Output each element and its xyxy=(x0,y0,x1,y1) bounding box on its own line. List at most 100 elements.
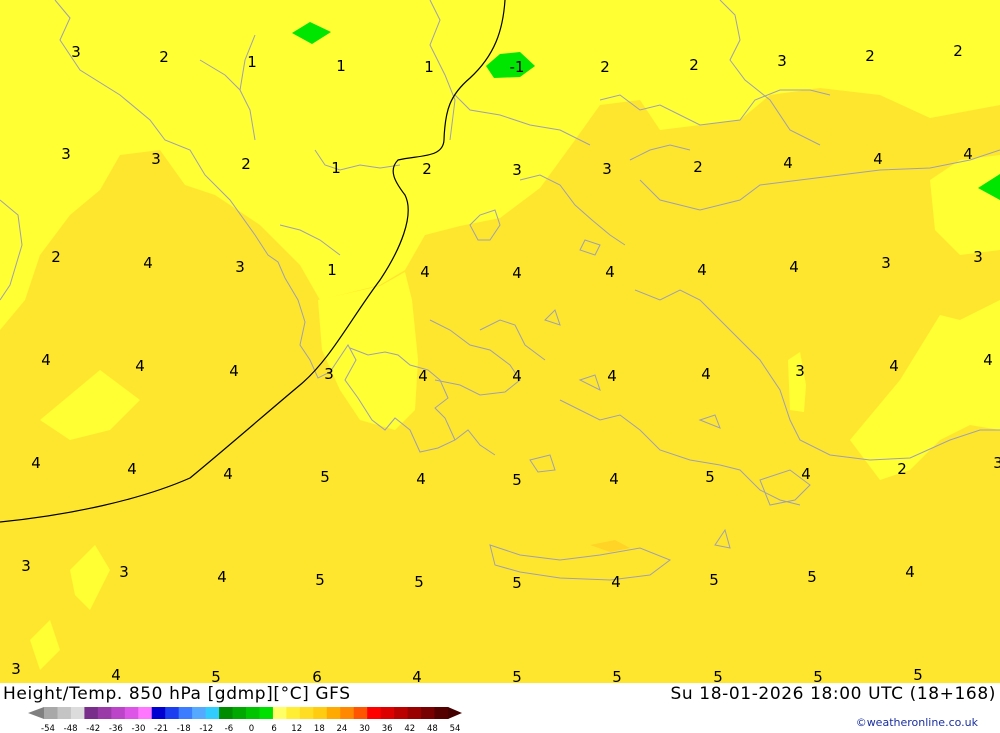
temperature-label: 3 xyxy=(11,660,21,678)
legend-tick-label: 18 xyxy=(314,724,325,733)
temperature-label: 2 xyxy=(51,248,61,266)
temperature-label: 4 xyxy=(905,563,915,581)
legend-swatch xyxy=(219,707,234,719)
temperature-label: 4 xyxy=(801,465,811,483)
legend-tick-label: 36 xyxy=(382,724,393,733)
legend-swatch xyxy=(380,707,395,719)
temperature-label: 4 xyxy=(135,357,145,375)
legend-swatch xyxy=(286,707,301,719)
temperature-label: 4 xyxy=(512,264,522,282)
temperature-label: 5 xyxy=(807,568,817,586)
legend-swatch xyxy=(272,707,287,719)
temperature-label: 6 xyxy=(312,668,322,683)
temperature-label: 3 xyxy=(881,254,891,272)
legend-tick-label: -30 xyxy=(131,724,145,733)
temperature-label: 1 xyxy=(247,53,257,71)
temperature-label: 3 xyxy=(235,258,245,276)
temperature-label: 4 xyxy=(111,666,121,683)
temperature-label: 4 xyxy=(229,362,239,380)
temperature-label: 2 xyxy=(897,460,907,478)
temperature-label: 1 xyxy=(424,58,434,76)
temperature-label: 4 xyxy=(418,367,428,385)
temperature-label: 5 xyxy=(713,668,723,683)
legend-swatch xyxy=(232,707,247,719)
temperature-label: 5 xyxy=(512,668,522,683)
legend-swatch xyxy=(70,707,85,719)
temperature-label: 2 xyxy=(241,155,251,173)
legend-swatch xyxy=(192,707,207,719)
legend-swatch xyxy=(299,707,314,719)
temperature-label: 1 xyxy=(331,159,341,177)
legend-swatch xyxy=(151,707,166,719)
legend-swatch xyxy=(111,707,126,719)
temperature-label: 2 xyxy=(693,158,703,176)
legend-swatch xyxy=(326,707,341,719)
legend-swatch xyxy=(394,707,409,719)
temperature-label: 5 xyxy=(512,471,522,489)
temperature-label: 2 xyxy=(159,48,169,66)
temperature-label: 5 xyxy=(315,571,325,589)
temperature-label: 2 xyxy=(689,56,699,74)
legend-swatch xyxy=(178,707,193,719)
temperature-label: 4 xyxy=(31,454,41,472)
legend-tick-label: 30 xyxy=(359,724,370,733)
legend-tick-label: 6 xyxy=(271,724,276,733)
legend-swatch xyxy=(124,707,139,719)
legend-tick-label: -12 xyxy=(199,724,213,733)
legend-tick-label: -6 xyxy=(225,724,233,733)
temperature-label: 4 xyxy=(127,460,137,478)
legend-swatch xyxy=(165,707,180,719)
legend-swatch xyxy=(84,707,99,719)
temperature-label: 4 xyxy=(605,263,615,281)
temperature-label: 4 xyxy=(783,154,793,172)
temperature-label: 4 xyxy=(416,470,426,488)
temperature-label: 4 xyxy=(609,470,619,488)
temperature-label: 3 xyxy=(61,145,71,163)
legend-swatch xyxy=(313,707,328,719)
temperature-label: 4 xyxy=(512,367,522,385)
temperature-label: 3 xyxy=(993,454,1000,472)
temperature-label: -1 xyxy=(510,58,525,76)
legend-tick-label: 42 xyxy=(404,724,415,733)
legend-swatch xyxy=(367,707,382,719)
temperature-label: 4 xyxy=(963,145,973,163)
product-title: Height/Temp. 850 hPa [gdmp][°C] GFS xyxy=(3,684,351,704)
temperature-label: 1 xyxy=(336,57,346,75)
temperature-label: 4 xyxy=(983,351,993,369)
temperature-label: 4 xyxy=(143,254,153,272)
legend-tick-label: 0 xyxy=(249,724,254,733)
legend-tick-label: -42 xyxy=(86,724,100,733)
temperature-label: 3 xyxy=(21,557,31,575)
legend-tick-label: -18 xyxy=(177,724,191,733)
legend-swatch xyxy=(246,707,260,719)
legend-swatch xyxy=(97,707,112,719)
legend-tick-label: -48 xyxy=(64,724,78,733)
legend-arrow-right xyxy=(448,707,462,719)
legend-swatch xyxy=(259,707,274,719)
legend-tick-label: 54 xyxy=(450,724,461,733)
temperature-label: 3 xyxy=(777,52,787,70)
legend-tick-label: -21 xyxy=(154,724,168,733)
temperature-label: 4 xyxy=(701,365,711,383)
temperature-label: 4 xyxy=(697,261,707,279)
temperature-label: 2 xyxy=(865,47,875,65)
temperature-label: 3 xyxy=(602,160,612,178)
legend-swatch xyxy=(421,707,436,719)
temperature-label: 4 xyxy=(41,351,51,369)
temperature-label: 3 xyxy=(71,43,81,61)
temperature-label: 4 xyxy=(412,668,422,683)
temperature-label: 4 xyxy=(607,367,617,385)
credit-link[interactable]: ©weatheronline.co.uk xyxy=(856,716,978,729)
legend-swatch xyxy=(205,707,220,719)
temperature-label: 5 xyxy=(320,468,330,486)
temperature-label: 4 xyxy=(873,150,883,168)
temperature-label: 4 xyxy=(223,465,233,483)
legend-tick-label: -54 xyxy=(41,724,55,733)
legend-swatch xyxy=(138,707,153,719)
temperature-label: 2 xyxy=(422,160,432,178)
temperature-label: 3 xyxy=(119,563,129,581)
temperature-label: 5 xyxy=(211,668,221,683)
legend-tick-label: 12 xyxy=(291,724,302,733)
temperature-label: 3 xyxy=(512,161,522,179)
temperature-label: 5 xyxy=(512,574,522,592)
